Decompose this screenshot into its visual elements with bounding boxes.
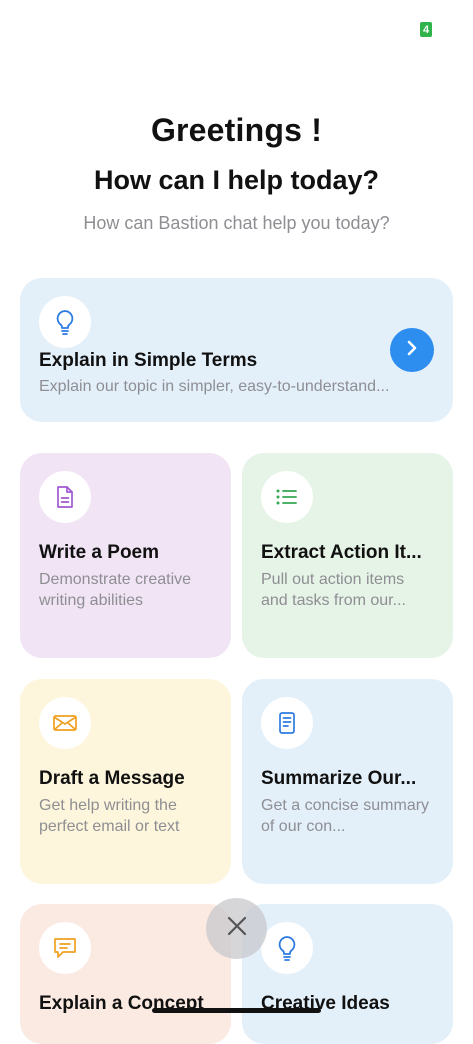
card-description: Explain our topic in simpler, easy-to-un… bbox=[39, 378, 390, 395]
summary-document-icon bbox=[261, 697, 313, 749]
go-button[interactable] bbox=[390, 328, 434, 372]
card-description: Get a concise summary of our con... bbox=[261, 797, 430, 835]
home-indicator bbox=[152, 1008, 321, 1013]
card-description: Pull out action items and tasks from our… bbox=[261, 571, 406, 609]
chat-bubble-icon bbox=[39, 922, 91, 974]
close-icon bbox=[226, 915, 248, 942]
card-draft-message[interactable]: Draft a Message Get help writing the per… bbox=[20, 679, 231, 884]
envelope-icon bbox=[39, 697, 91, 749]
chevron-right-icon bbox=[405, 339, 419, 362]
card-explain-concept[interactable]: Explain a Concept bbox=[20, 904, 231, 1044]
page-title: How can I help today? bbox=[93, 165, 380, 195]
card-extract-action-items[interactable]: Extract Action It... Pull out action ite… bbox=[242, 453, 453, 658]
lightbulb-icon bbox=[261, 922, 313, 974]
close-button[interactable] bbox=[206, 898, 267, 959]
status-badge: 4 bbox=[420, 22, 432, 37]
card-title: Draft a Message bbox=[39, 768, 185, 789]
card-title: Summarize Our... bbox=[261, 768, 417, 789]
featured-card-explain-simple[interactable]: Explain in Simple Terms Explain our topi… bbox=[20, 278, 453, 422]
card-title: Write a Poem bbox=[39, 542, 160, 563]
list-icon bbox=[261, 471, 313, 523]
page-subtitle: How can Bastion chat help you today? bbox=[83, 213, 390, 233]
card-write-poem[interactable]: Write a Poem Demonstrate creative writin… bbox=[20, 453, 231, 658]
card-creative-ideas[interactable]: Creative Ideas bbox=[242, 904, 453, 1044]
card-summarize[interactable]: Summarize Our... Get a concise summary o… bbox=[242, 679, 453, 884]
card-title: Extract Action It... bbox=[261, 542, 422, 563]
lightbulb-icon bbox=[39, 296, 91, 348]
card-description: Get help writing the perfect email or te… bbox=[39, 797, 180, 835]
card-description: Demonstrate creative writing abilities bbox=[39, 571, 192, 609]
greeting-title: Greetings ! bbox=[150, 112, 323, 148]
card-title: Explain in Simple Terms bbox=[39, 350, 258, 371]
document-icon bbox=[39, 471, 91, 523]
